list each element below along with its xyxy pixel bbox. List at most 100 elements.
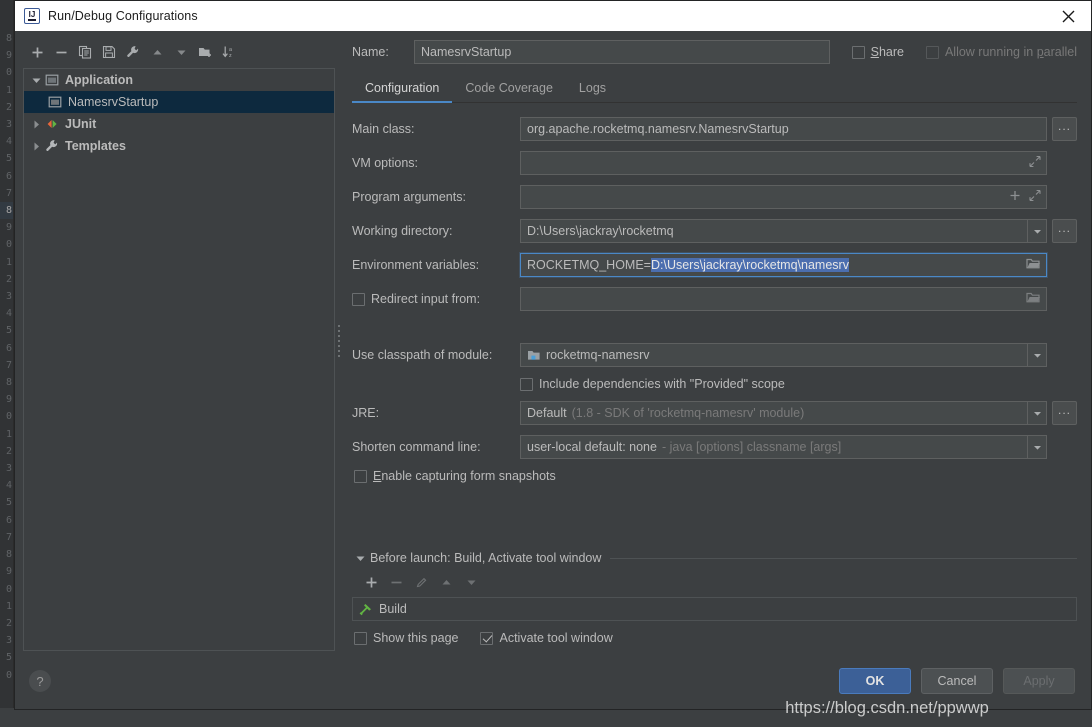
triangle-right-icon[interactable]: [28, 119, 44, 130]
before-launch-task-list[interactable]: Build: [352, 597, 1077, 621]
main-class-value: org.apache.rocketmq.namesrv.NamesrvStart…: [527, 122, 789, 136]
allow-parallel-checkbox[interactable]: Allow running in parallel: [925, 45, 1077, 59]
configurations-tree[interactable]: Application NamesrvStartup JUnit Templat…: [23, 68, 335, 651]
folder-icon[interactable]: [1026, 291, 1041, 307]
task-move-up-button[interactable]: [435, 571, 457, 593]
expand-diagonal-icon[interactable]: [1029, 189, 1041, 205]
allow-parallel-checkbox-box: [925, 45, 939, 59]
wrench-icon[interactable]: [122, 41, 144, 63]
task-move-down-button[interactable]: [460, 571, 482, 593]
application-icon: [44, 72, 60, 88]
ide-status-bar: [0, 708, 1092, 727]
share-checkbox[interactable]: Share: [851, 45, 904, 59]
working-directory-browse-button[interactable]: ...: [1052, 219, 1077, 243]
sort-az-button[interactable]: a z: [218, 41, 240, 63]
help-icon[interactable]: ?: [29, 670, 51, 692]
environment-variables-selected-value: D:\Users\jackray\rocketmq\namesrv: [650, 258, 849, 272]
enable-capturing-checkbox[interactable]: Enable capturing form snapshots: [354, 469, 556, 483]
add-configuration-button[interactable]: [26, 41, 48, 63]
working-directory-combo[interactable]: D:\Users\jackray\rocketmq: [520, 219, 1047, 243]
enable-capturing-row: Enable capturing form snapshots: [352, 469, 1077, 483]
triangle-down-icon[interactable]: [352, 553, 368, 564]
activate-tool-window-checkbox-box: [480, 631, 494, 645]
redirect-input-checkbox-box: [352, 292, 365, 306]
chevron-down-icon[interactable]: [1027, 220, 1046, 242]
dialog-body: a z Application NamesrvStartup JUnit Tem…: [15, 31, 1091, 651]
close-icon[interactable]: [1045, 1, 1091, 31]
before-launch-toolbar: [352, 570, 1077, 594]
before-launch-task-label: Build: [379, 602, 407, 616]
chevron-down-icon[interactable]: [1027, 436, 1046, 458]
panel-splitter[interactable]: [335, 31, 344, 651]
main-class-row: Main class: org.apache.rocketmq.namesrv.…: [352, 117, 1077, 141]
create-folder-button[interactable]: [194, 41, 216, 63]
name-input[interactable]: [414, 40, 830, 64]
chevron-down-icon[interactable]: [1027, 344, 1046, 366]
configurations-panel: a z Application NamesrvStartup JUnit Tem…: [15, 31, 335, 651]
vm-options-input[interactable]: [520, 151, 1047, 175]
save-configuration-button[interactable]: [98, 41, 120, 63]
before-launch-section: Before launch: Build, Activate tool wind…: [352, 551, 1077, 651]
tree-item-label: Application: [65, 73, 134, 87]
activate-tool-window-checkbox-label: Activate tool window: [499, 631, 613, 645]
dialog-titlebar: Run/Debug Configurations: [15, 1, 1091, 31]
tree-item-application[interactable]: Application: [24, 69, 334, 91]
folder-icon[interactable]: [1026, 257, 1041, 273]
tree-item-label: Templates: [65, 139, 126, 153]
tree-item-namesrvstartup[interactable]: NamesrvStartup: [24, 91, 334, 113]
application-icon: [47, 94, 63, 110]
program-arguments-input[interactable]: [520, 185, 1047, 209]
ellipsis-icon: ...: [1057, 119, 1071, 133]
plus-icon[interactable]: [1009, 190, 1021, 205]
include-provided-checkbox-label: Include dependencies with "Provided" sco…: [539, 377, 785, 391]
redirect-input-checkbox[interactable]: Redirect input from:: [352, 292, 512, 306]
expand-diagonal-icon[interactable]: [1029, 155, 1041, 171]
before-launch-header[interactable]: Before launch: Build, Activate tool wind…: [352, 551, 1077, 565]
copy-configuration-button[interactable]: [74, 41, 96, 63]
dialog-title: Run/Debug Configurations: [48, 9, 198, 23]
before-launch-title: Before launch: Build, Activate tool wind…: [370, 551, 602, 565]
add-task-button[interactable]: [360, 571, 382, 593]
cancel-button[interactable]: Cancel: [921, 668, 993, 694]
show-this-page-checkbox[interactable]: Show this page: [354, 631, 458, 645]
show-this-page-checkbox-label: Show this page: [373, 631, 459, 645]
tab-code-coverage[interactable]: Code Coverage: [452, 81, 566, 102]
tree-item-junit[interactable]: JUnit: [24, 113, 334, 135]
splitter-grip: [338, 325, 341, 357]
chevron-down-icon[interactable]: [1027, 402, 1046, 424]
activate-tool-window-checkbox[interactable]: Activate tool window: [480, 631, 613, 645]
triangle-right-icon[interactable]: [28, 141, 44, 152]
redirect-input-row: Redirect input from:: [352, 287, 1077, 311]
jre-browse-button[interactable]: ...: [1052, 401, 1077, 425]
show-this-page-checkbox-box: [354, 631, 367, 645]
tab-configuration[interactable]: Configuration: [352, 81, 453, 103]
redirect-input-field[interactable]: [520, 287, 1047, 311]
shorten-command-line-combo[interactable]: user-local default: none - java [options…: [520, 435, 1047, 459]
remove-task-button[interactable]: [385, 571, 407, 593]
environment-variables-row: Environment variables: ROCKETMQ_HOME=D:\…: [352, 253, 1077, 277]
move-down-button[interactable]: [170, 41, 192, 63]
tab-logs[interactable]: Logs: [566, 81, 619, 102]
include-provided-checkbox[interactable]: Include dependencies with "Provided" sco…: [520, 377, 785, 391]
tree-item-label: NamesrvStartup: [68, 95, 159, 109]
tree-item-templates[interactable]: Templates: [24, 135, 334, 157]
triangle-down-icon[interactable]: [28, 75, 44, 86]
jre-combo[interactable]: Default (1.8 - SDK of 'rocketmq-namesrv'…: [520, 401, 1047, 425]
use-classpath-row: Use classpath of module: rocketmq-namesr…: [352, 343, 1077, 367]
use-classpath-combo[interactable]: rocketmq-namesrv: [520, 343, 1047, 367]
remove-configuration-button[interactable]: [50, 41, 72, 63]
allow-parallel-checkbox-label: Allow running in parallel: [944, 45, 1077, 59]
working-directory-row: Working directory: D:\Users\jackray\rock…: [352, 219, 1077, 243]
redirect-input-label-wrap: Redirect input from:: [352, 292, 520, 306]
jre-value-detail: (1.8 - SDK of 'rocketmq-namesrv' module): [571, 406, 805, 420]
main-class-input[interactable]: org.apache.rocketmq.namesrv.NamesrvStart…: [520, 117, 1047, 141]
move-up-button[interactable]: [146, 41, 168, 63]
configuration-tabs: Configuration Code Coverage Logs: [352, 73, 1077, 103]
apply-button[interactable]: Apply: [1003, 668, 1075, 694]
jre-row: JRE: Default (1.8 - SDK of 'rocketmq-nam…: [352, 401, 1077, 425]
edit-task-button[interactable]: [410, 571, 432, 593]
name-row: Name: Share Allow running in parallel: [352, 39, 1077, 65]
ok-button[interactable]: OK: [839, 668, 911, 694]
environment-variables-input[interactable]: ROCKETMQ_HOME=D:\Users\jackray\rocketmq\…: [520, 253, 1047, 277]
main-class-browse-button[interactable]: ...: [1052, 117, 1077, 141]
